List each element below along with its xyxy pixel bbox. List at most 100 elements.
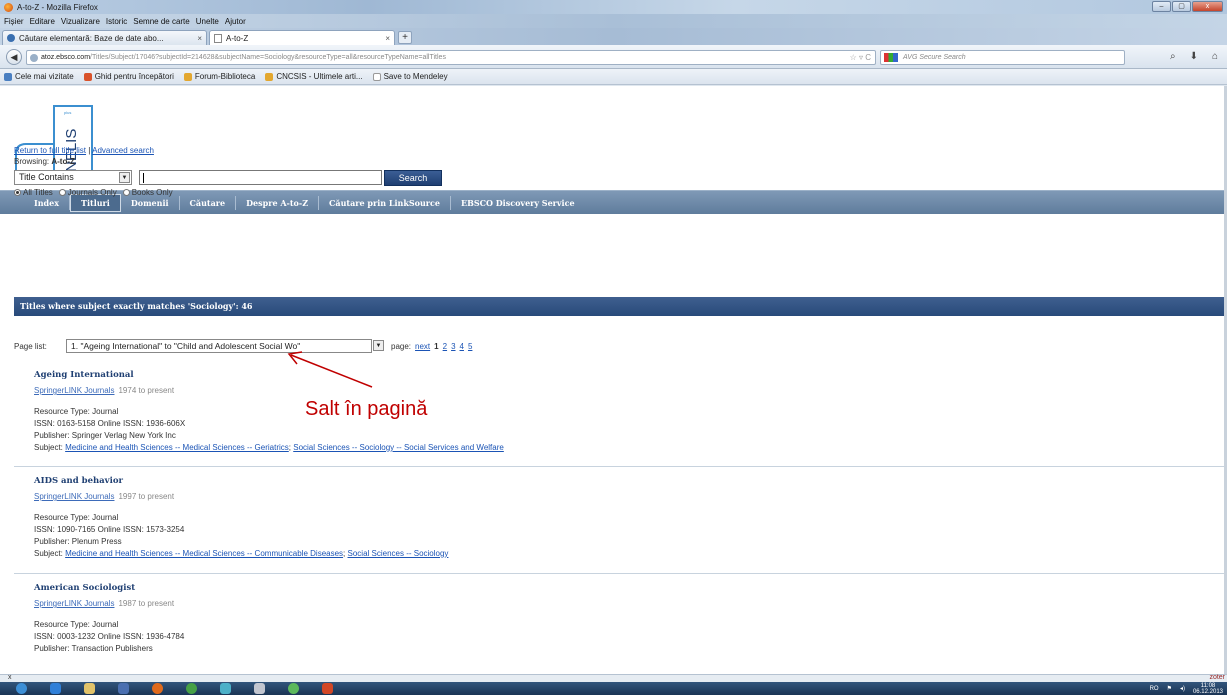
new-tab-button[interactable]: + — [398, 31, 412, 44]
chevron-down-icon[interactable]: ▼ — [373, 340, 384, 351]
tab-close-icon[interactable]: × — [197, 34, 202, 43]
subject-link[interactable]: Medicine and Health Sciences -- Medical … — [65, 443, 289, 452]
clock-date: 06.12.2013 — [1192, 688, 1223, 695]
menu-view[interactable]: Vizualizare — [61, 17, 100, 26]
bookmark-label: CNCSIS - Ultimele arti... — [276, 72, 363, 81]
taskbar-ie[interactable] — [42, 682, 68, 695]
internet-explorer-icon — [49, 683, 61, 694]
search-engine-box[interactable]: AVG Secure Search — [880, 50, 1125, 65]
filter-journals-only[interactable]: Journals Only — [58, 188, 117, 197]
maximize-button[interactable]: ▢ — [1172, 1, 1191, 12]
search-input[interactable] — [139, 170, 382, 185]
subjects: Subject: Medicine and Health Sciences --… — [34, 443, 504, 452]
taskbar-chrome[interactable] — [178, 682, 204, 695]
filter-all-titles[interactable]: All Titles — [14, 188, 53, 197]
zotero-label[interactable]: zoter — [1209, 674, 1225, 681]
language-indicator[interactable]: RO — [1150, 686, 1159, 692]
taskbar-media[interactable] — [110, 682, 136, 695]
record-title[interactable]: American Sociologist — [34, 583, 135, 593]
bookmark-label: Save to Mendeley — [383, 72, 448, 81]
media-icon — [117, 683, 129, 694]
minimize-button[interactable]: – — [1152, 1, 1171, 12]
bookmark-mendeley[interactable]: Save to Mendeley — [372, 72, 448, 81]
subject-label: Subject: — [34, 549, 63, 558]
menu-history[interactable]: Istoric — [106, 17, 127, 26]
tab-ebsco-search[interactable]: Căutare elementară: Baze de date abo... … — [2, 30, 207, 45]
subjects: Subject: Medicine and Health Sciences --… — [34, 549, 449, 558]
search-mode-value: Title Contains — [19, 172, 74, 182]
search-mode-select[interactable]: Title Contains ▼ — [14, 170, 132, 185]
advanced-search-link[interactable]: Advanced search — [92, 146, 154, 155]
page-link[interactable]: 5 — [468, 342, 472, 351]
avg-icon[interactable] — [884, 53, 898, 62]
taskbar-firefox[interactable] — [144, 682, 170, 695]
back-button[interactable]: ◀ — [6, 49, 22, 65]
nav-linksource[interactable]: Căutare prin LinkSource — [319, 195, 451, 210]
page-link[interactable]: 3 — [451, 342, 455, 351]
address-bar[interactable]: atoz.ebsco.com/Titles/Subject/17046?subj… — [26, 50, 876, 65]
menu-file[interactable]: Fișier — [4, 17, 24, 26]
chevron-down-icon[interactable]: ▼ — [119, 172, 130, 183]
source-link[interactable]: SpringerLINK Journals — [34, 599, 114, 608]
bookmark-getting-started[interactable]: Ghid pentru începători — [83, 72, 174, 81]
page-list-select[interactable]: 1. "Ageing International" to "Child and … — [66, 339, 372, 353]
search-icon[interactable]: ⌕ — [1170, 51, 1176, 62]
taskbar-paint[interactable] — [246, 682, 272, 695]
menu-tools[interactable]: Unelte — [196, 17, 219, 26]
source-link[interactable]: SpringerLINK Journals — [34, 386, 114, 395]
bookmark-forum-biblioteca[interactable]: Forum-Biblioteca — [183, 72, 255, 81]
issn: ISSN: 0003-1232 Online ISSN: 1936-4784 — [34, 632, 185, 641]
volume-icon[interactable]: ◂) — [1180, 685, 1185, 692]
source-link[interactable]: SpringerLINK Journals — [34, 492, 114, 501]
pager: page: next 1 2 3 4 5 — [391, 342, 472, 351]
record-title[interactable]: Ageing International — [34, 370, 134, 380]
status-bar: x zoter — [0, 674, 1227, 682]
nav-about[interactable]: Despre A-to-Z — [236, 195, 320, 210]
taskbar-powerpoint[interactable] — [314, 682, 340, 695]
close-button[interactable]: x — [1192, 1, 1223, 12]
taskbar-explorer[interactable] — [76, 682, 102, 695]
menu-bookmarks[interactable]: Semne de carte — [133, 17, 189, 26]
search-button[interactable]: Search — [384, 170, 442, 186]
download-icon[interactable]: ⬇ — [1190, 51, 1198, 62]
radio-icon[interactable] — [122, 189, 130, 197]
coverage: 1997 to present — [118, 492, 175, 501]
return-to-list-link[interactable]: Return to full title list — [14, 146, 86, 155]
subject-link[interactable]: Social Sciences -- Sociology -- Social S… — [293, 443, 504, 452]
browsing-label: Browsing: — [14, 157, 50, 166]
site-identity-icon[interactable] — [30, 54, 38, 62]
start-button[interactable] — [8, 682, 34, 695]
record-source: SpringerLINK Journals 1987 to present — [34, 599, 174, 608]
nav-domains[interactable]: Domenii — [121, 195, 180, 210]
ebsco-favicon-icon — [7, 34, 15, 42]
nav-eds[interactable]: EBSCO Discovery Service — [451, 196, 585, 210]
clock[interactable]: 11:08 06.12.2013 — [1193, 683, 1223, 695]
page-link[interactable]: 4 — [460, 342, 464, 351]
subject-link[interactable]: Social Sciences -- Sociology — [348, 549, 449, 558]
radio-icon[interactable] — [14, 189, 21, 197]
taskbar-browser[interactable] — [280, 682, 306, 695]
next-page-link[interactable]: next — [415, 342, 430, 351]
menu-edit[interactable]: Editare — [30, 17, 55, 26]
taskbar-network[interactable] — [212, 682, 238, 695]
nav-index[interactable]: Index — [24, 195, 71, 210]
page-link[interactable]: 2 — [443, 342, 447, 351]
nav-search[interactable]: Căutare — [180, 195, 237, 210]
close-addon-bar-icon[interactable]: x — [8, 674, 12, 681]
subject-link[interactable]: Medicine and Health Sciences -- Medical … — [65, 549, 343, 558]
flag-icon[interactable]: ⚑ — [1167, 685, 1172, 692]
radio-icon[interactable] — [58, 189, 66, 197]
tab-a-to-z[interactable]: A-to-Z × — [209, 30, 395, 45]
bookmark-most-visited[interactable]: Cele mai vizitate — [4, 72, 74, 81]
window-controls: – ▢ x — [1152, 1, 1223, 12]
record-title[interactable]: AIDS and behavior — [34, 476, 123, 486]
search-engine-placeholder: AVG Secure Search — [903, 54, 966, 61]
home-icon[interactable]: ⌂ — [1212, 51, 1218, 62]
filter-books-only[interactable]: Books Only — [122, 188, 173, 197]
browser-icon — [287, 683, 299, 694]
tab-close-icon[interactable]: × — [385, 34, 390, 43]
bookmark-cncsis[interactable]: CNCSIS - Ultimele arti... — [265, 72, 363, 81]
menu-help[interactable]: Ajutor — [225, 17, 246, 26]
bookmark-star-icon[interactable]: ☆ ▿ C — [850, 51, 871, 64]
resource-filter: All Titles Journals Only Books Only — [14, 188, 173, 197]
